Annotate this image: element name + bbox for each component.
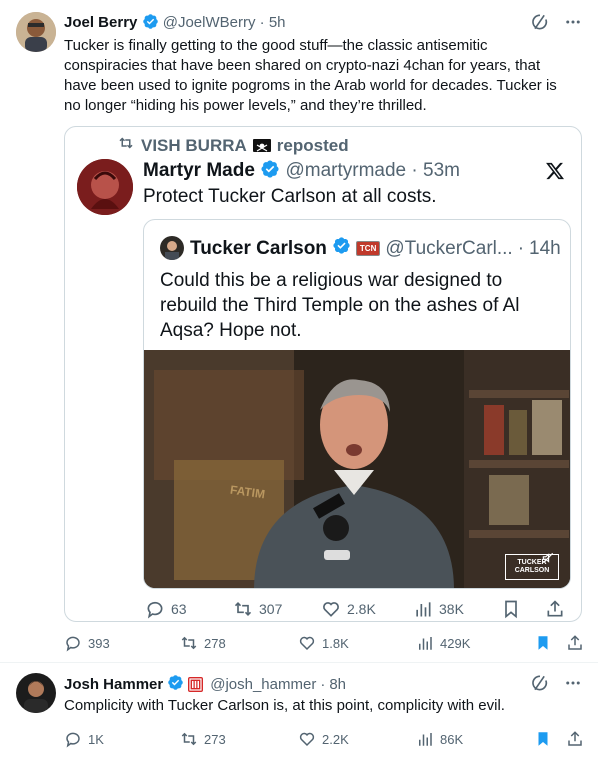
quoted-tweet-text: Protect Tucker Carlson at all costs. [143,186,437,207]
verified-badge-icon [167,674,184,695]
views-button[interactable]: 86K [416,730,463,748]
repost-icon [117,134,135,157]
bookmark-filled-icon [534,730,552,748]
quoted-repost-button[interactable]: 307 [233,599,282,619]
reply-count: 1K [88,731,104,747]
quoted-author-name[interactable]: Martyr Made [143,160,255,181]
tweet-joel-berry[interactable]: Joel Berry @JoelWBerry · 5h Tucker is fi… [0,0,598,662]
pirate-flag-icon [252,139,271,152]
avatar-tucker-carlson[interactable] [160,236,184,260]
inner-author-name[interactable]: Tucker Carlson [190,238,327,260]
like-button[interactable]: 1.8K [298,634,349,652]
reply-icon [64,634,82,652]
reply-button[interactable]: 393 [64,634,110,652]
tweet-time[interactable]: 5h [269,14,286,31]
repost-count: 273 [204,731,226,747]
tweet-text: Tucker is finally getting to the good st… [64,37,557,114]
verified-badge-icon [260,159,280,185]
repost-icon [233,599,253,619]
share-button[interactable] [566,730,584,748]
reply-icon [145,599,165,619]
mute-icon[interactable] [541,551,555,570]
like-count: 1.8K [322,635,349,651]
quoted-reply-count: 63 [171,601,187,617]
separator-dot: · [517,237,525,259]
view-count: 86K [440,731,464,747]
views-chart-icon [416,730,434,748]
affiliate-badge-icon [188,677,204,692]
heart-icon [321,599,341,619]
repost-icon [180,730,198,748]
avatar-josh-hammer[interactable] [16,673,56,713]
avatar-joel-berry[interactable] [16,12,56,52]
views-chart-icon [416,634,434,652]
view-count: 429K [440,635,471,651]
quoted-tweet-card[interactable]: VISH BURRA reposted Martyr Made @martyrm… [64,126,582,622]
share-icon [566,730,584,748]
video-thumbnail[interactable]: FATIM TUCKER CARLSON [144,350,570,588]
repost-button[interactable]: 278 [180,634,226,652]
inner-tweet-text: Could this be a religious war designed t… [160,270,520,341]
like-button[interactable]: 2.2K [298,730,349,748]
author-handle[interactable]: @JoelWBerry [163,14,256,31]
separator-dot: · [259,14,265,31]
bookmark-button[interactable] [534,730,552,748]
repost-button[interactable]: 273 [180,730,226,748]
repost-icon [180,634,198,652]
verified-badge-icon [142,13,159,34]
more-options-icon[interactable] [564,13,582,31]
heart-icon [298,634,316,652]
tcn-badge: TCN [355,241,381,256]
tweet-text: Complicity with Tucker Carlson is, at th… [64,697,505,714]
tweet-time[interactable]: 8h [329,676,346,693]
reposter-name[interactable]: VISH BURRA [141,136,247,156]
quoted-views-button[interactable]: 38K [413,599,464,619]
inner-author-handle[interactable]: @TuckerCarl... [385,238,512,260]
quoted-reply-button[interactable]: 63 [145,599,187,619]
quoted-author-handle[interactable]: @martyrmade [285,160,406,181]
inner-tweet-time[interactable]: 14h [529,238,561,260]
share-icon [566,634,584,652]
quoted-like-count: 2.8K [347,601,376,617]
like-count: 2.2K [322,731,349,747]
share-icon [545,599,565,619]
views-button[interactable]: 429K [416,634,470,652]
more-options-icon[interactable] [564,674,582,692]
heart-icon [298,730,316,748]
reply-button[interactable]: 1K [64,730,104,748]
bookmark-button[interactable] [534,634,552,652]
quoted-like-button[interactable]: 2.8K [321,599,376,619]
separator-dot: · [411,160,418,181]
quoted-tweet-time[interactable]: 53m [423,160,460,181]
author-name[interactable]: Josh Hammer [64,676,163,693]
quoted-repost-count: 307 [259,601,283,617]
repost-count: 278 [204,635,226,651]
verified-badge-icon [332,236,351,261]
bookmark-filled-icon [534,634,552,652]
author-name[interactable]: Joel Berry [64,14,137,31]
views-chart-icon [413,599,433,619]
grok-icon[interactable] [530,673,550,693]
bookmark-icon [501,599,521,619]
quoted-view-count: 38K [439,601,464,617]
quoted-bookmark-button[interactable] [501,599,521,619]
separator-dot: · [320,676,326,693]
reply-count: 393 [88,635,110,651]
grok-icon[interactable] [530,12,550,32]
inner-quoted-tweet-card[interactable]: Tucker Carlson TCN @TuckerCarl... · 14h … [143,219,571,589]
share-button[interactable] [566,634,584,652]
repost-suffix: reposted [276,135,349,155]
reply-icon [64,730,82,748]
quoted-share-button[interactable] [545,599,565,619]
x-logo-icon[interactable] [545,161,565,186]
author-handle[interactable]: @josh_hammer [210,676,316,693]
avatar-martyr-made[interactable] [77,159,133,215]
tweet-josh-hammer[interactable]: Josh Hammer @josh_hammer · 8h Complicity… [0,663,598,758]
